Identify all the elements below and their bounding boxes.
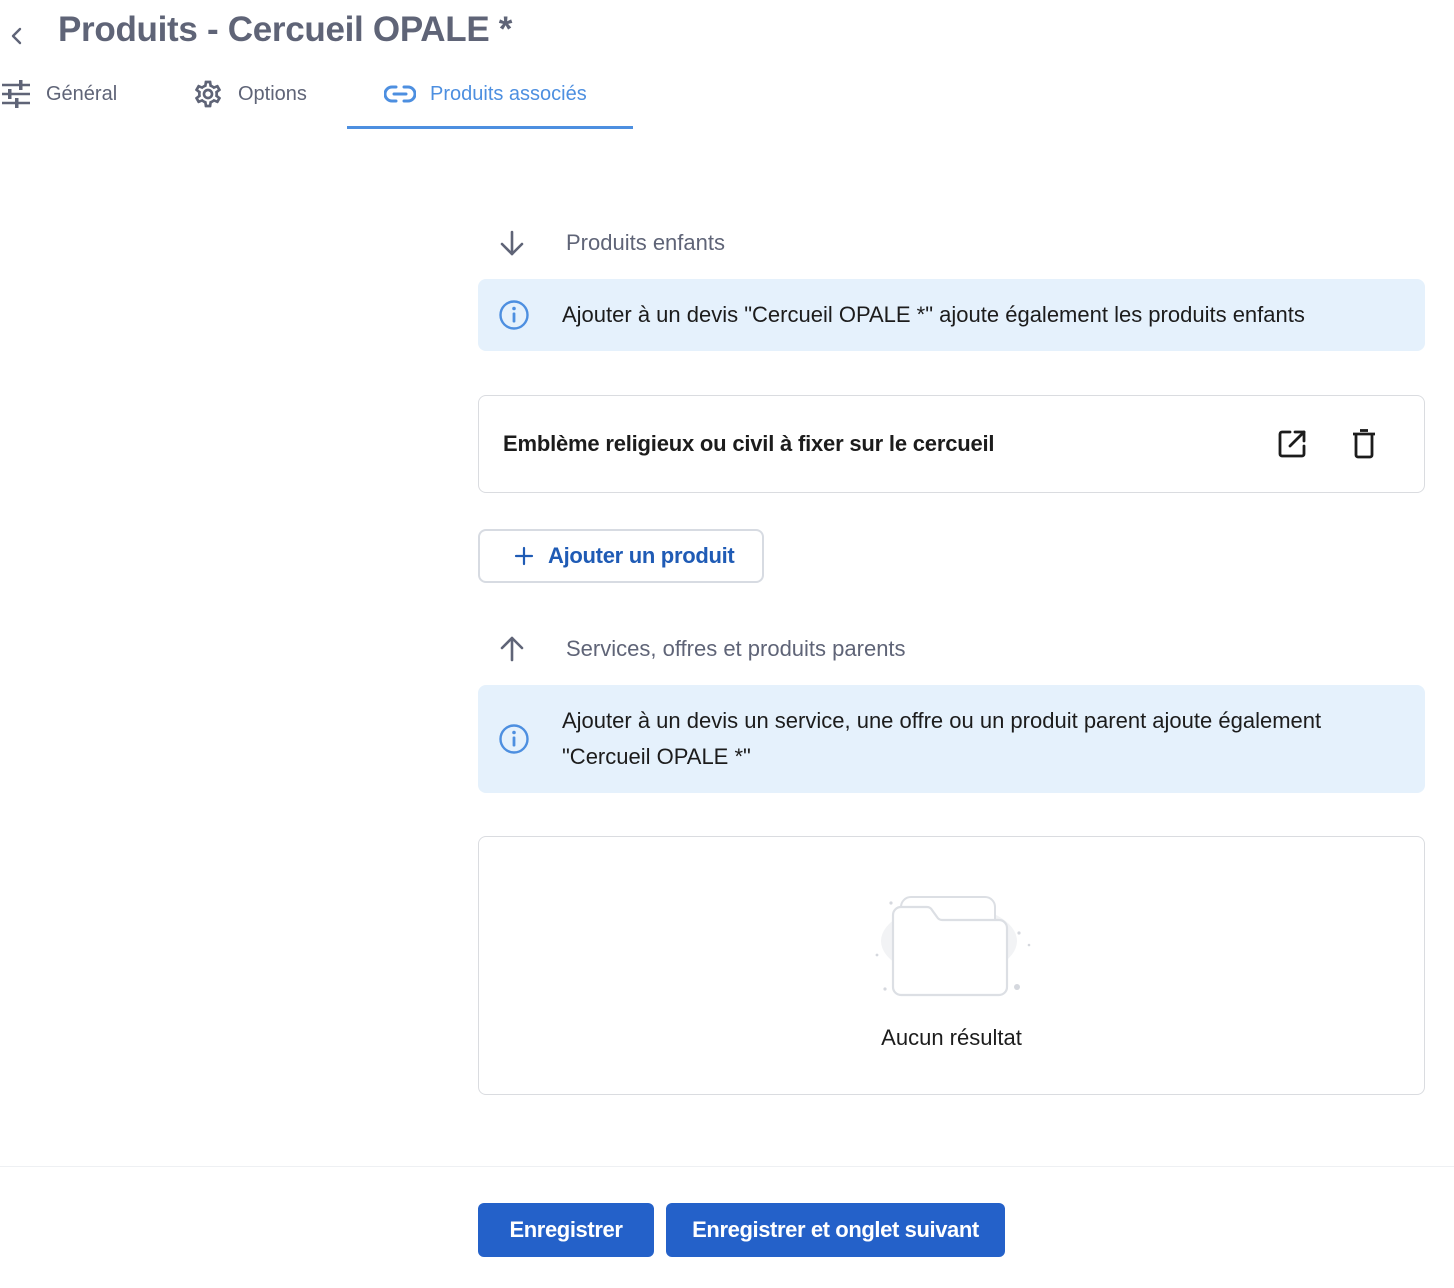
arrow-up-icon <box>476 635 548 663</box>
active-tab-indicator <box>347 126 633 129</box>
trash-icon <box>1353 429 1375 459</box>
parents-empty-state: Aucun résultat <box>478 836 1425 1095</box>
children-section-title: Produits enfants <box>566 230 725 255</box>
children-section-header: Produits enfants <box>478 223 725 263</box>
delete-button[interactable] <box>1344 424 1384 464</box>
tab-general[interactable]: Général <box>0 62 117 126</box>
footer-divider <box>0 1166 1454 1167</box>
tab-general-label: Général <box>46 82 118 105</box>
child-product-name: Emblème religieux ou civil à fixer sur l… <box>503 431 995 456</box>
tab-produits-associes-label: Produits associés <box>430 82 587 105</box>
tab-options[interactable]: Options <box>192 62 307 126</box>
plus-icon <box>514 546 534 566</box>
tab-options-label: Options <box>238 82 307 105</box>
info-icon <box>498 299 530 331</box>
open-external-icon <box>1278 430 1306 458</box>
child-product-row: Emblème religieux ou civil à fixer sur l… <box>478 395 1425 493</box>
chevron-left-icon <box>11 27 22 45</box>
parents-info-text: Ajouter à un devis un service, une offre… <box>562 708 1322 769</box>
page-title: Produits - Cercueil OPALE * <box>58 10 513 49</box>
tab-produits-associes[interactable]: Produits associés <box>384 62 587 126</box>
children-info-text: Ajouter à un devis "Cercueil OPALE *" aj… <box>562 302 1305 327</box>
tab-bar: Général Options Produits associés <box>0 62 700 130</box>
add-product-label: Ajouter un produit <box>548 543 735 568</box>
parents-section-title: Services, offres et produits parents <box>566 636 906 661</box>
arrow-down-icon <box>476 229 548 257</box>
info-icon <box>498 723 530 755</box>
parents-section-header: Services, offres et produits parents <box>478 629 906 669</box>
open-external-button[interactable] <box>1272 424 1312 464</box>
parents-info-alert: Ajouter à un devis un service, une offre… <box>478 685 1425 793</box>
add-product-button[interactable]: Ajouter un produit <box>478 529 764 583</box>
link-icon <box>384 84 416 104</box>
empty-folder-icon <box>875 896 1031 997</box>
page: Produits - Cercueil OPALE * Général Opti… <box>0 0 1454 1288</box>
save-and-next-tab-button[interactable]: Enregistrer et onglet suivant <box>666 1203 1005 1257</box>
back-button[interactable] <box>4 18 30 54</box>
save-button[interactable]: Enregistrer <box>478 1203 654 1257</box>
children-info-alert: Ajouter à un devis "Cercueil OPALE *" aj… <box>478 279 1425 351</box>
sliders-icon <box>0 80 32 108</box>
gear-icon <box>192 78 224 110</box>
empty-state-text: Aucun résultat <box>881 1025 1022 1050</box>
